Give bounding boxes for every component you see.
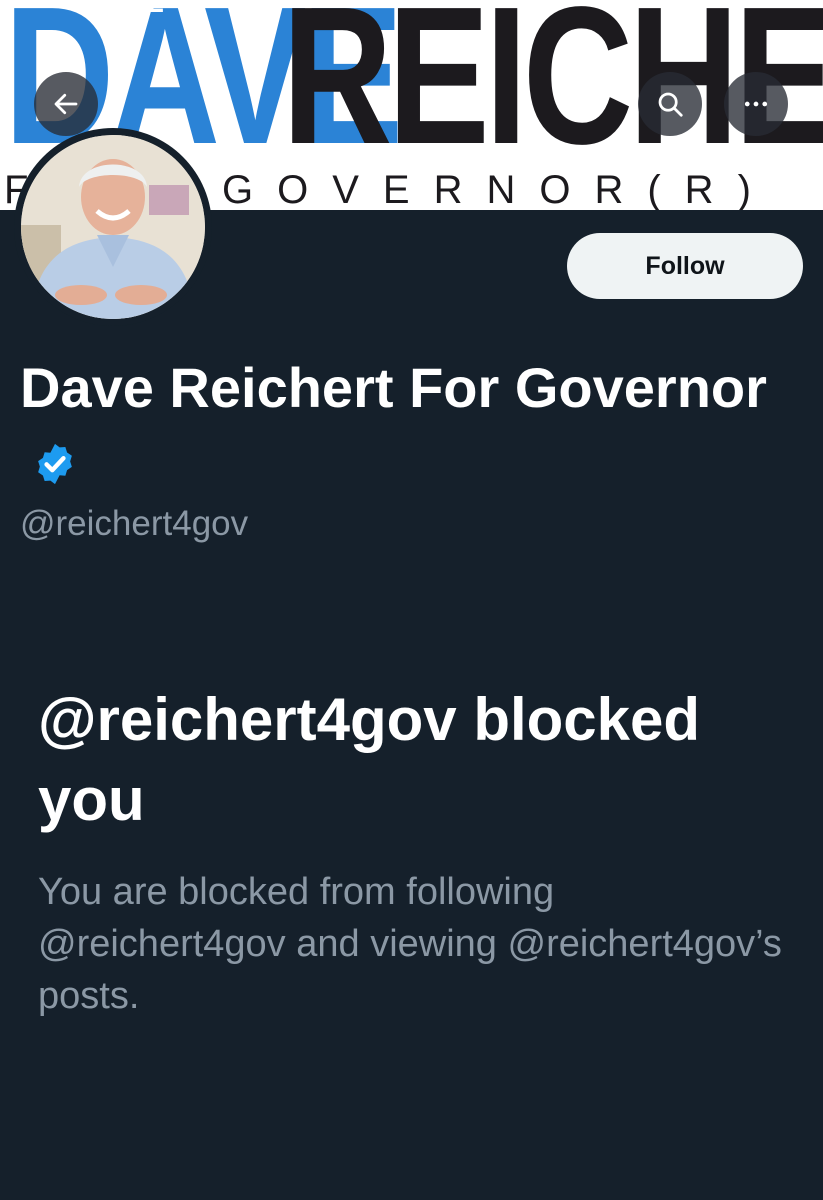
status-bar-time: 1:02 <box>104 0 165 19</box>
verified-badge-icon[interactable] <box>32 441 78 487</box>
back-button[interactable] <box>34 72 98 136</box>
more-horizontal-icon <box>744 101 768 107</box>
avatar[interactable] <box>14 128 212 326</box>
more-button[interactable] <box>724 72 788 136</box>
arrow-left-icon <box>54 93 78 115</box>
search-icon <box>658 92 683 117</box>
profile-name-text: Dave Reichert For Governor <box>20 356 767 419</box>
profile-handle: @reichert4gov <box>20 504 249 543</box>
follow-button[interactable]: Follow <box>567 233 803 299</box>
avatar-photo <box>21 135 205 319</box>
profile-display-name: Dave Reichert For Governor <box>20 350 800 502</box>
search-button[interactable] <box>638 72 702 136</box>
blocked-title: @reichert4gov blocked you <box>38 686 701 833</box>
blocked-message: You are blocked from following @reichert… <box>38 871 782 1017</box>
banner-subtitle: GOVERNOR(R) <box>222 168 775 210</box>
